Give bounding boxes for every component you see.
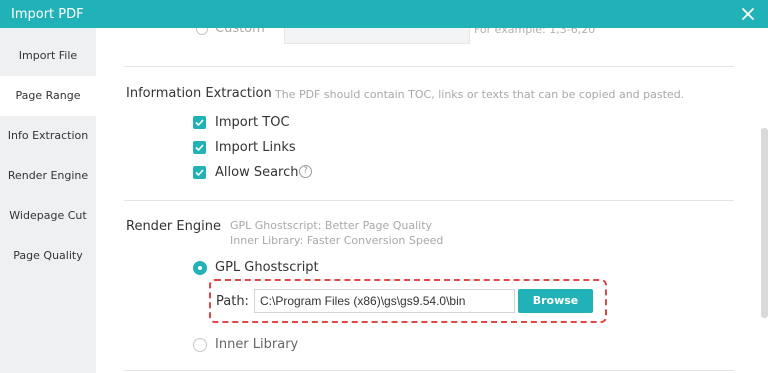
window-title: Import PDF	[11, 7, 84, 22]
sidebar-item-page-quality[interactable]: Page Quality	[0, 236, 96, 276]
divider	[124, 66, 734, 67]
divider	[124, 200, 734, 201]
custom-range-label: Custom	[215, 28, 265, 36]
allow-search-checkbox[interactable]	[193, 166, 206, 179]
question-circle-icon[interactable]: ?	[299, 165, 312, 178]
scrollbar-thumb[interactable]	[761, 128, 768, 318]
divider	[124, 370, 734, 371]
path-label: Path:	[216, 294, 249, 309]
custom-range-hint: For example: 1,3-6,20	[474, 28, 596, 36]
render-engine-title: Render Engine	[126, 219, 221, 234]
sidebar-item-info-extraction[interactable]: Info Extraction	[0, 116, 96, 156]
import-links-label: Import Links	[215, 140, 296, 155]
inner-library-radio[interactable]	[193, 338, 207, 352]
info-extraction-hint: The PDF should contain TOC, links or tex…	[275, 88, 685, 101]
info-extraction-title: Information Extraction	[126, 86, 272, 101]
title-bar: Import PDF	[0, 0, 768, 28]
ghostscript-path-input[interactable]	[254, 289, 515, 313]
browse-button[interactable]: Browse	[518, 289, 593, 313]
custom-range-radio[interactable]	[196, 28, 208, 36]
import-toc-checkbox[interactable]	[193, 116, 206, 129]
custom-range-input[interactable]	[284, 28, 470, 44]
render-engine-hint-ghostscript: GPL Ghostscript: Better Page Quality	[230, 219, 433, 232]
import-toc-label: Import TOC	[215, 115, 290, 130]
sidebar-item-widepage-cut[interactable]: Widepage Cut	[0, 196, 96, 236]
import-links-checkbox[interactable]	[193, 141, 206, 154]
sidebar-item-import-file[interactable]: Import File	[0, 36, 96, 76]
gpl-ghostscript-radio[interactable]	[193, 261, 207, 275]
gpl-ghostscript-label: GPL Ghostscript	[215, 260, 319, 275]
sidebar: Import File Page Range Info Extraction R…	[0, 28, 96, 373]
render-engine-hint-inner: Inner Library: Faster Conversion Speed	[230, 234, 444, 247]
sidebar-item-page-range[interactable]: Page Range	[0, 76, 96, 116]
sidebar-item-render-engine[interactable]: Render Engine	[0, 156, 96, 196]
allow-search-label: Allow Search	[215, 165, 299, 180]
inner-library-label: Inner Library	[215, 337, 299, 352]
close-icon[interactable]	[738, 4, 758, 24]
